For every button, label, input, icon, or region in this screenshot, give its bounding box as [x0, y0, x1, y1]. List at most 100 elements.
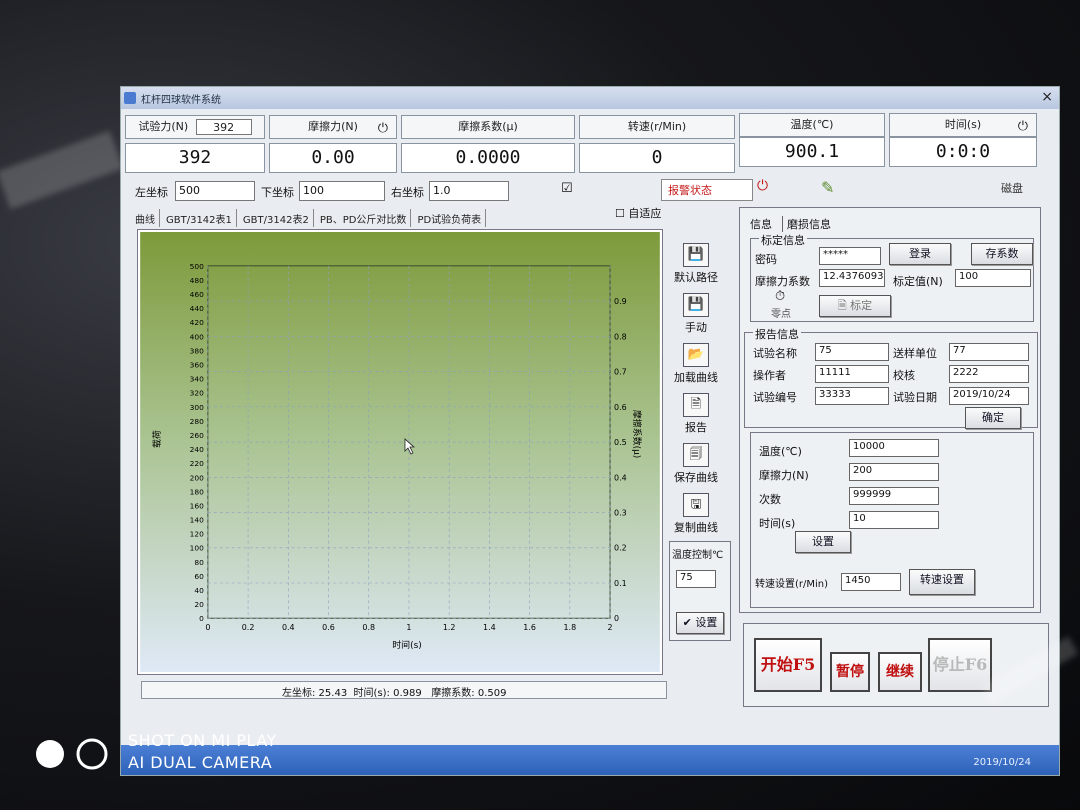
pause-button[interactable]: 暂停 — [830, 652, 870, 692]
y-tick-label: 420 — [190, 318, 204, 327]
save-curve-button[interactable]: 🗐 保存曲线 — [666, 443, 726, 485]
temp-control-input[interactable]: 75 — [676, 570, 716, 588]
report-icon: 🗎 — [683, 393, 709, 417]
chart-svg[interactable]: 0 0.2 0.4 0.6 0.8 1 1.2 1.4 1.6 1.8 20204060801001… — [138, 230, 662, 674]
load-curve-button[interactable]: 📂 加载曲线 — [666, 343, 726, 385]
calib-label: 标定值(N) — [893, 275, 943, 288]
chart-tabs: 曲线 GBT/3142表1 GBT/3142表2 PB、PD公斤对比数 PD试验… — [131, 209, 487, 227]
stop-button[interactable]: 停止F6 — [928, 638, 992, 692]
auto-adapt-checkbox[interactable]: ☐ 自适应 — [615, 205, 661, 221]
monitor-screen: 杠杆四球软件系统 × 试验力(N) 392 摩擦力(N) ⏻ 摩擦系数(μ) 转… — [120, 86, 1060, 776]
resume-button[interactable]: 继续 — [878, 652, 922, 692]
coef-field[interactable]: 12.43760934 — [819, 269, 885, 287]
save-coef-button[interactable]: 存系数 — [971, 243, 1033, 265]
speed-label: 转速(r/Min) — [627, 120, 687, 133]
default-path-label: 默认路径 — [674, 271, 718, 284]
tab-wear-info[interactable]: 磨损信息 — [782, 216, 831, 232]
start-button[interactable]: 开始F5 — [754, 638, 822, 692]
speed-set-button[interactable]: 转速设置 — [909, 569, 975, 595]
alarm-reset-icon[interactable]: ⏻ — [757, 178, 768, 194]
login-button[interactable]: 登录 — [889, 243, 951, 265]
report-button[interactable]: 🗎 报告 — [666, 393, 726, 435]
x-tick-label: 1.6 — [523, 623, 536, 632]
speed-set-field[interactable]: 1450 — [841, 573, 901, 591]
bottom-axis-select[interactable]: 100 — [299, 181, 385, 201]
copy-curve-button[interactable]: 🖫 复制曲线 — [666, 493, 726, 535]
tab-curve[interactable]: 曲线 — [131, 209, 160, 227]
test-date-field[interactable]: 2019/10/24 — [949, 387, 1029, 405]
grid-checkbox[interactable]: ☑ — [561, 181, 573, 196]
zero-label: 零点 — [771, 309, 791, 320]
y-tick-label: 0 — [199, 614, 204, 623]
tab-gbt-table1[interactable]: GBT/3142表1 — [162, 209, 237, 227]
sample-unit-field[interactable]: 77 — [949, 343, 1029, 361]
save-icon: 💾 — [683, 243, 709, 267]
speed-set-label: 转速设置(r/Min) — [755, 579, 829, 590]
y2-tick-label: 0.3 — [614, 509, 627, 518]
watermark-line2: AI DUAL CAMERA — [128, 753, 273, 772]
close-icon[interactable]: × — [1041, 89, 1053, 105]
tab-pb-pd[interactable]: PB、PD公斤对比数 — [316, 209, 412, 227]
time-value: 0:0:0 — [889, 137, 1037, 167]
y-tick-label: 40 — [194, 586, 204, 595]
friction-coef-label: 摩擦系数(μ) — [458, 120, 518, 133]
password-field[interactable]: ***** — [819, 247, 881, 265]
checker-label: 校核 — [893, 369, 915, 382]
calibration-group: 标定信息 密码 ***** 登录 存系数 摩擦力系数 12.43760934 标… — [750, 232, 1034, 322]
info-panel: 信息 磨损信息 标定信息 密码 ***** 登录 存系数 摩擦力系数 12.43… — [739, 207, 1041, 613]
count-limit-field[interactable]: 999999 — [849, 487, 939, 505]
reset-icon[interactable]: ⏻ — [378, 118, 388, 140]
test-no-field[interactable]: 33333 — [815, 387, 889, 405]
temp-limit-field[interactable]: 10000 — [849, 439, 939, 457]
right-axis-select[interactable]: 1.0 — [429, 181, 509, 201]
y2-tick-label: 0.6 — [614, 403, 627, 412]
x-tick-label: 2 — [608, 623, 613, 632]
pencil-icon[interactable]: ✎ — [821, 178, 834, 197]
test-date-label: 试验日期 — [893, 391, 937, 404]
left-axis-select[interactable]: 500 — [175, 181, 255, 201]
friction-limit-field[interactable]: 200 — [849, 463, 939, 481]
time-limit-field[interactable]: 10 — [849, 511, 939, 529]
limits-set-button[interactable]: 设置 — [795, 531, 851, 553]
disk-label: 磁盘 — [1001, 182, 1023, 195]
status-coef-value: 0.509 — [477, 688, 507, 699]
confirm-button[interactable]: 确定 — [965, 407, 1021, 429]
tab-pd-load[interactable]: PD试验负荷表 — [413, 209, 487, 227]
bottom-axis-label: 下坐标 — [261, 186, 294, 199]
report-title: 报告信息 — [753, 326, 801, 342]
load-select[interactable]: 392 — [195, 119, 252, 135]
y2-axis-label: 摩擦系数(μ) — [631, 410, 643, 458]
app-icon — [124, 92, 136, 104]
temp-limit-label: 温度(℃) — [759, 445, 802, 458]
x-tick-label: 0.8 — [362, 623, 375, 632]
operator-field[interactable]: 11111 — [815, 365, 889, 383]
x-tick-label: 0 — [205, 623, 210, 632]
zero-icon[interactable]: ⏱ — [775, 289, 785, 304]
clock-icon[interactable]: ⏻ — [1018, 116, 1028, 138]
y-tick-label: 200 — [190, 473, 204, 482]
save-curve-label: 保存曲线 — [674, 471, 718, 484]
y-tick-label: 80 — [194, 558, 204, 567]
calibrate-button[interactable]: 🗎 标定 — [819, 295, 891, 317]
test-name-field[interactable]: 75 — [815, 343, 889, 361]
window-titlebar: 杠杆四球软件系统 × — [121, 87, 1059, 109]
checker-field[interactable]: 2222 — [949, 365, 1029, 383]
friction-coef-header: 摩擦系数(μ) — [401, 115, 575, 139]
x-tick-label: 1 — [406, 623, 411, 632]
temp-set-button[interactable]: ✔ 设置 — [676, 612, 724, 634]
tab-info[interactable]: 信息 — [750, 216, 772, 232]
y-tick-label: 260 — [190, 431, 204, 440]
calib-field[interactable]: 100 — [955, 269, 1031, 287]
speed-value: 0 — [579, 143, 735, 173]
default-path-button[interactable]: 💾 默认路径 — [666, 243, 726, 285]
copy-icon: 🖫 — [683, 493, 709, 517]
y2-tick-label: 0.5 — [614, 438, 627, 447]
y-tick-label: 160 — [190, 501, 204, 510]
y-tick-label: 360 — [190, 361, 204, 370]
tab-gbt-table2[interactable]: GBT/3142表2 — [239, 209, 314, 227]
y2-tick-label: 0.8 — [614, 332, 627, 341]
manual-button[interactable]: 💾 手动 — [666, 293, 726, 335]
left-axis-label: 左坐标 — [135, 186, 168, 199]
test-no-label: 试验编号 — [753, 391, 797, 404]
status-time-label: 时间(s): — [353, 688, 390, 699]
